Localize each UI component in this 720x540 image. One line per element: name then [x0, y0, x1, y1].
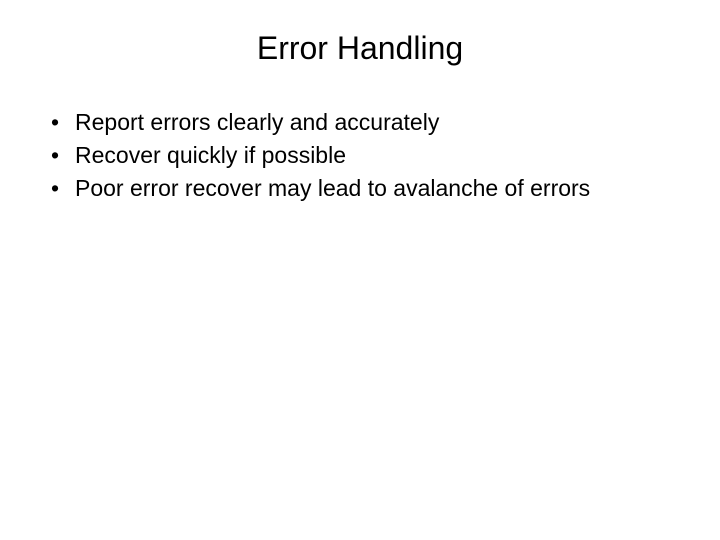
- list-item: Recover quickly if possible: [45, 140, 690, 171]
- bullet-list: Report errors clearly and accurately Rec…: [30, 107, 690, 204]
- slide-title: Error Handling: [30, 30, 690, 67]
- list-item: Poor error recover may lead to avalanche…: [45, 173, 690, 204]
- list-item: Report errors clearly and accurately: [45, 107, 690, 138]
